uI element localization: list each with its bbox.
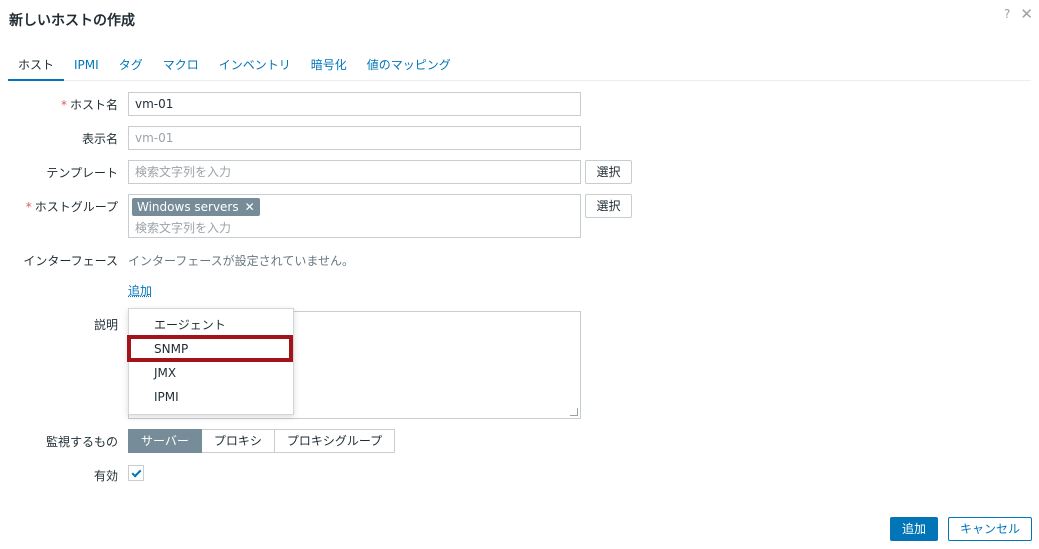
visible-name-label: 表示名 bbox=[81, 132, 118, 146]
resize-grip-icon[interactable] bbox=[570, 408, 578, 416]
templates-select-button[interactable]: 選択 bbox=[585, 160, 632, 184]
cancel-button[interactable]: キャンセル bbox=[948, 517, 1032, 541]
templates-label: テンプレート bbox=[46, 166, 118, 180]
chip-remove-icon[interactable]: ✕ bbox=[245, 198, 255, 216]
tab-ipmi[interactable]: IPMI bbox=[64, 56, 109, 81]
templates-placeholder: 検索文字列を入力 bbox=[135, 165, 232, 179]
tab-tags[interactable]: タグ bbox=[109, 56, 153, 81]
add-button[interactable]: 追加 bbox=[890, 517, 938, 541]
menu-item-ipmi[interactable]: IPMI bbox=[129, 386, 293, 409]
host-groups-search-input[interactable]: 検索文字列を入力 bbox=[135, 219, 231, 236]
host-name-input[interactable]: vm-01 bbox=[128, 92, 581, 116]
host-group-chip-label: Windows servers bbox=[137, 200, 239, 214]
tab-host[interactable]: ホスト bbox=[8, 56, 65, 81]
description-label: 説明 bbox=[93, 318, 118, 332]
tab-macros[interactable]: マクロ bbox=[153, 56, 209, 81]
monitored-by-label: 監視するもの bbox=[45, 435, 118, 449]
dialog-title: 新しいホストの作成 bbox=[9, 13, 135, 29]
tab-value-mapping[interactable]: 値のマッピング bbox=[357, 56, 461, 81]
enabled-checkbox[interactable] bbox=[128, 465, 144, 481]
close-icon[interactable]: ✕ bbox=[1020, 5, 1033, 23]
enabled-label: 有効 bbox=[93, 469, 118, 483]
interface-add-link[interactable]: 追加 bbox=[128, 282, 152, 299]
host-group-chip: Windows servers ✕ bbox=[132, 198, 260, 216]
tab-inventory[interactable]: インベントリ bbox=[209, 56, 301, 81]
monitored-by-server[interactable]: サーバー bbox=[128, 429, 202, 453]
visible-name-input[interactable]: vm-01 bbox=[128, 126, 581, 150]
menu-item-jmx[interactable]: JMX bbox=[129, 362, 293, 385]
monitored-by-proxy-group[interactable]: プロキシグループ bbox=[274, 429, 396, 453]
interfaces-label: インターフェース bbox=[23, 254, 118, 268]
help-icon[interactable]: ? bbox=[1004, 7, 1010, 21]
required-mark: * bbox=[60, 98, 67, 112]
check-icon bbox=[131, 467, 141, 477]
interfaces-empty-text: インターフェースが設定されていません。 bbox=[128, 254, 354, 268]
host-groups-select-button[interactable]: 選択 bbox=[585, 194, 632, 218]
host-groups-label: * ホストグループ bbox=[25, 200, 118, 214]
menu-item-agent[interactable]: エージェント bbox=[129, 314, 293, 337]
tab-encryption[interactable]: 暗号化 bbox=[301, 56, 357, 81]
menu-item-snmp[interactable]: SNMP bbox=[127, 335, 293, 362]
monitored-by-proxy[interactable]: プロキシ bbox=[201, 429, 275, 453]
monitored-by-segmented-control: サーバー プロキシ プロキシグループ bbox=[128, 429, 396, 453]
host-name-label: * ホスト名 bbox=[60, 98, 118, 112]
tab-bar: ホスト IPMI タグ マクロ インベントリ 暗号化 値のマッピング bbox=[8, 56, 1031, 81]
required-mark: * bbox=[25, 200, 32, 214]
interface-type-menu: エージェント SNMP JMX IPMI bbox=[127, 308, 294, 415]
templates-input[interactable]: 検索文字列を入力 bbox=[128, 160, 581, 184]
host-groups-multiselect[interactable]: Windows servers ✕ 検索文字列を入力 bbox=[128, 194, 581, 238]
header-icons: ? ✕ bbox=[1004, 5, 1033, 23]
